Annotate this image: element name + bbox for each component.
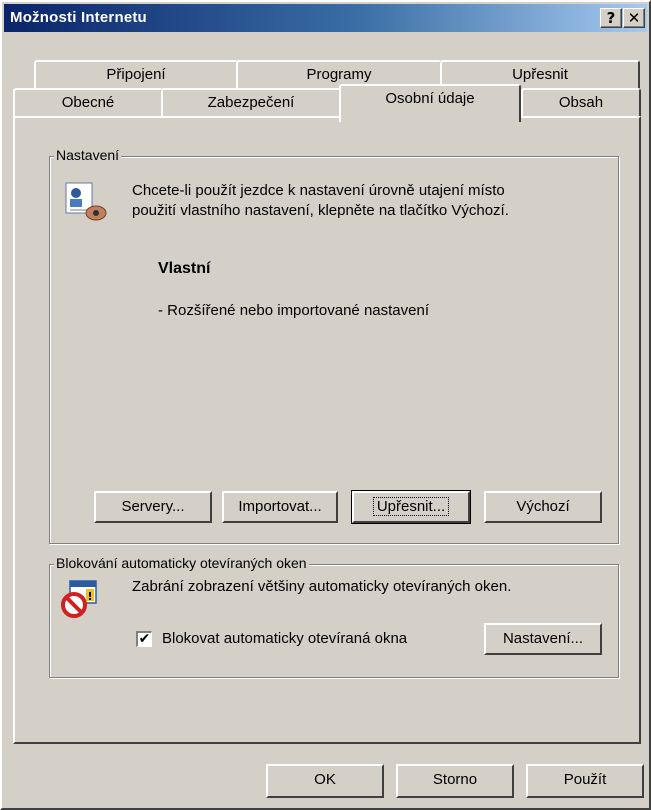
block-popups-label[interactable]: Blokovat automaticky otevíraná okna bbox=[162, 629, 407, 649]
default-button[interactable]: Výchozí bbox=[484, 491, 602, 523]
settings-description-line2: použití vlastního nastavení, klepněte na… bbox=[132, 202, 509, 219]
block-popups-checkbox[interactable]: ✔ bbox=[136, 631, 152, 647]
window-title: Možnosti Internetu bbox=[10, 9, 147, 26]
help-button[interactable]: ? bbox=[600, 8, 622, 28]
privacy-person-icon bbox=[65, 182, 107, 221]
tab-obecne[interactable]: Obecné bbox=[13, 88, 163, 118]
popup-group-label: Blokování automaticky otevíraných oken bbox=[54, 555, 309, 571]
title-bar[interactable]: Možnosti Internetu ? ✕ bbox=[4, 4, 647, 32]
tab-osobni-udaje[interactable]: Osobní údaje bbox=[339, 84, 521, 122]
cancel-button[interactable]: Storno bbox=[396, 764, 514, 798]
internet-options-dialog: Možnosti Internetu ? ✕ Připojení Program… bbox=[0, 0, 651, 810]
privacy-level-description: - Rozšířené nebo importované nastavení bbox=[158, 302, 429, 319]
settings-description-line1: Chcete-li použít jezdce k nastavení úrov… bbox=[132, 182, 505, 199]
popup-blocker-group: Blokování automaticky otevíraných oken !… bbox=[49, 555, 619, 678]
svg-text:!: ! bbox=[87, 590, 92, 603]
popup-blocker-icon: ! bbox=[61, 580, 97, 618]
advanced-button-label: Upřesnit... bbox=[372, 497, 450, 516]
popup-settings-button[interactable]: Nastavení... bbox=[484, 623, 602, 655]
tab-obsah[interactable]: Obsah bbox=[521, 88, 641, 118]
settings-group: Nastavení Chcete-li použít jezdce k nast… bbox=[49, 147, 619, 544]
settings-group-label: Nastavení bbox=[54, 147, 122, 163]
privacy-level-title: Vlastní bbox=[158, 260, 211, 277]
tab-panel: Nastavení Chcete-li použít jezdce k nast… bbox=[13, 116, 641, 744]
popup-description: Zabrání zobrazení většiny automaticky ot… bbox=[132, 578, 512, 595]
advanced-button[interactable]: Upřesnit... bbox=[351, 490, 471, 524]
servers-button[interactable]: Servery... bbox=[94, 491, 212, 523]
close-button[interactable]: ✕ bbox=[623, 8, 645, 28]
tab-pripojeni[interactable]: Připojení bbox=[34, 60, 238, 90]
ok-button[interactable]: OK bbox=[266, 764, 384, 798]
apply-button[interactable]: Použít bbox=[526, 764, 644, 798]
import-button[interactable]: Importovat... bbox=[222, 491, 338, 523]
tab-zabezpeceni[interactable]: Zabezpečení bbox=[161, 88, 341, 118]
